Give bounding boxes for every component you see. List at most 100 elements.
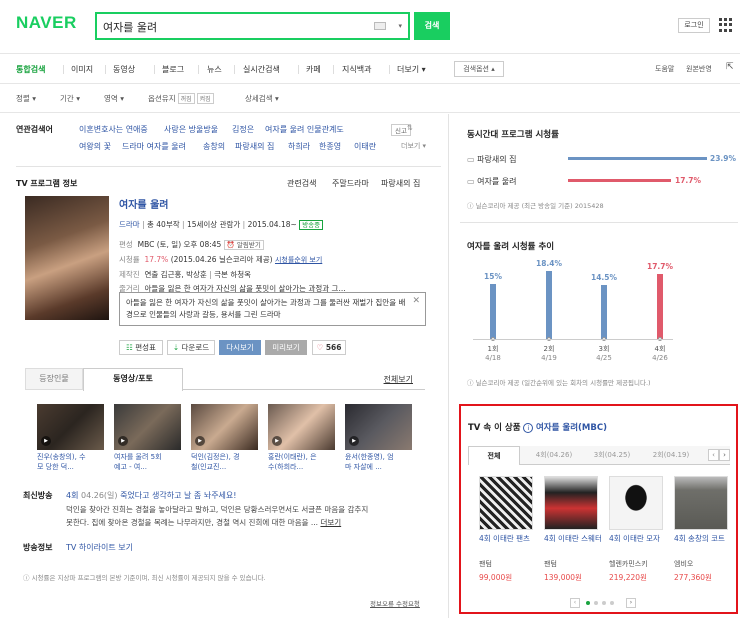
related-item[interactable]: 김정은 — [232, 124, 254, 135]
help-link[interactable]: 도움말 — [655, 64, 674, 74]
related-item[interactable]: 여자를 울려 인물관계도 — [265, 124, 344, 135]
tab-characters[interactable]: 등장인물 — [25, 368, 83, 390]
page-dot[interactable] — [594, 601, 598, 605]
related-item[interactable]: 드라마 여자를 울려 — [122, 141, 186, 152]
page-dot[interactable] — [610, 601, 614, 605]
product-name[interactable]: 4회 송창의 코트 — [674, 534, 732, 544]
ratings-row: ▭ 파랑새의 집 — [467, 155, 517, 164]
filter-keep-option[interactable]: 옵션유지 꺼짐 켜짐 — [148, 93, 214, 104]
video-thumbnail[interactable]: ▶ — [345, 404, 412, 450]
tab-cafe[interactable]: 카페 — [306, 64, 321, 75]
naver-logo[interactable]: NAVER — [16, 13, 77, 33]
related-more-button[interactable]: 더보기 ▾ — [401, 141, 426, 151]
tv-link[interactable]: 파랑새의 집 — [381, 178, 420, 189]
tab-video-photo[interactable]: 동영상/포토 — [83, 368, 183, 391]
dropdown-arrow-icon[interactable]: ▾ — [398, 22, 402, 30]
drama-title[interactable]: 여자를 울려 — [119, 196, 168, 211]
trend-bar — [657, 273, 663, 339]
video-thumbnail[interactable]: ▶ — [191, 404, 258, 450]
latest-more-link[interactable]: 더보기 — [320, 518, 341, 527]
broadcast-label: 방송정보 — [23, 543, 53, 552]
page-dot[interactable] — [602, 601, 606, 605]
tab-ep4[interactable]: 4회(04.26) — [526, 446, 582, 464]
alarm-button[interactable]: ⏰ 알림받기 — [223, 240, 264, 250]
related-label: 연관검색어 — [16, 125, 53, 134]
option-off-chip[interactable]: 꺼짐 — [177, 93, 195, 104]
latest-headline-link[interactable]: 죽었다고 생각하고 날 좀 놔주세요! — [120, 491, 236, 500]
video-caption[interactable]: 여자를 울려 5회 예고 - 여... — [114, 452, 184, 472]
next-icon[interactable]: › — [719, 449, 730, 461]
product-price: 99,000원 — [479, 573, 513, 582]
original-link[interactable]: 원본반영 — [686, 64, 712, 74]
product-name[interactable]: 4회 이태란 모자 — [609, 534, 667, 544]
tab-news[interactable]: 뉴스 — [207, 64, 222, 75]
preview-button[interactable]: 미리보기 — [265, 340, 307, 355]
info-icon[interactable]: i — [523, 423, 534, 433]
share-icon[interactable]: ⇱ — [726, 62, 734, 72]
tab-ep2[interactable]: 2회(04.19) — [643, 446, 699, 464]
video-caption[interactable]: 윤서(한종영), 엄마 자살에 ... — [345, 452, 415, 472]
video-thumbnail[interactable]: ▶ — [37, 404, 104, 450]
video-thumbnail[interactable]: ▶ — [268, 404, 335, 450]
rating-rank-link[interactable]: 시청률순위 보기 — [275, 256, 322, 264]
drama-poster-image[interactable] — [25, 196, 109, 320]
tab-image[interactable]: 이미지 — [71, 64, 93, 75]
product-name[interactable]: 4회 이태란 스웨터 — [544, 534, 602, 544]
video-caption[interactable]: 진우(송창의), 수모 당한 덕... — [37, 452, 107, 472]
highlight-link[interactable]: TV 하이라이트 보기 — [66, 542, 133, 553]
program-link[interactable]: 여자를 울려(MBC) — [536, 423, 607, 433]
apps-grid-icon[interactable] — [719, 18, 733, 32]
login-button[interactable]: 로그인 — [678, 18, 710, 33]
tab-realtime[interactable]: 실시간검색 — [243, 64, 280, 75]
related-item[interactable]: 파랑새의 집 — [235, 141, 274, 152]
prev-icon[interactable]: ‹ — [708, 449, 719, 461]
product-name[interactable]: 4회 이태란 팬츠 — [479, 534, 537, 544]
search-input[interactable] — [103, 18, 373, 35]
video-caption[interactable]: 덕인(김정은), 경 철(인교진... — [191, 452, 261, 472]
tab-all[interactable]: 전체 — [468, 446, 520, 465]
keyboard-icon[interactable] — [374, 22, 386, 30]
option-on-chip[interactable]: 켜짐 — [196, 93, 214, 104]
related-item[interactable]: 한종영 — [319, 141, 341, 152]
page-next-icon[interactable]: › — [626, 598, 636, 608]
tab-more[interactable]: 더보기 ▾ — [397, 64, 426, 75]
search-button[interactable]: 검색 — [414, 12, 450, 40]
like-button[interactable]: ♡ 566 — [312, 340, 346, 355]
view-all-link[interactable]: 전체보기 — [384, 374, 413, 385]
product-image-coat[interactable] — [674, 476, 728, 530]
product-price: 219,220원 — [609, 573, 647, 582]
filter-area[interactable]: 영역 ▾ — [104, 93, 124, 104]
video-thumbnail[interactable]: ▶ — [114, 404, 181, 450]
video-caption[interactable]: 홍란(이태란), 은 수(하희라... — [268, 452, 338, 472]
related-item[interactable]: 여왕의 꽃 — [79, 141, 111, 152]
tab-blog[interactable]: 블로그 — [162, 64, 184, 75]
product-image-pants[interactable] — [479, 476, 533, 530]
related-item[interactable]: 송창의 — [203, 141, 225, 152]
filter-period[interactable]: 기간 ▾ — [60, 93, 80, 104]
tab-encyclopedia[interactable]: 지식백과 — [342, 64, 371, 75]
related-item[interactable]: 하희라 — [288, 141, 310, 152]
replay-button[interactable]: 다시보기 — [219, 340, 261, 355]
related-item[interactable]: 사랑은 방울방울 — [164, 124, 218, 135]
close-icon[interactable]: ✕ — [412, 295, 420, 307]
trend-value-label: 17.7% — [646, 261, 674, 271]
tab-video[interactable]: 동영상 — [113, 64, 135, 75]
product-image-sweater[interactable] — [544, 476, 598, 530]
tv-link[interactable]: 주말드라마 — [332, 178, 369, 189]
tab-ep3[interactable]: 3회(04.25) — [584, 446, 640, 464]
product-shop: 엠비오 — [674, 560, 694, 568]
tab-integrated[interactable]: 통합검색 — [16, 64, 45, 75]
toggle-icon[interactable]: ⇅ — [407, 124, 413, 132]
filter-sort[interactable]: 정렬 ▾ — [16, 93, 36, 104]
schedule-button[interactable]: ☷ 편성표 — [119, 340, 163, 355]
download-button[interactable]: ⇣ 다운로드 — [167, 340, 215, 355]
page-prev-icon[interactable]: ‹ — [570, 598, 580, 608]
filter-detail[interactable]: 상세검색 ▾ — [245, 93, 279, 104]
search-options-button[interactable]: 검색옵션 ▴ — [454, 61, 504, 77]
page-dot[interactable] — [586, 601, 590, 605]
related-item[interactable]: 이태란 — [354, 141, 376, 152]
tv-link[interactable]: 관련검색 — [287, 178, 316, 189]
product-image-hat[interactable] — [609, 476, 663, 530]
error-report-link[interactable]: 정보오류 수정요청 — [370, 598, 420, 608]
related-item[interactable]: 이혼변호사는 연애중 — [79, 124, 148, 135]
